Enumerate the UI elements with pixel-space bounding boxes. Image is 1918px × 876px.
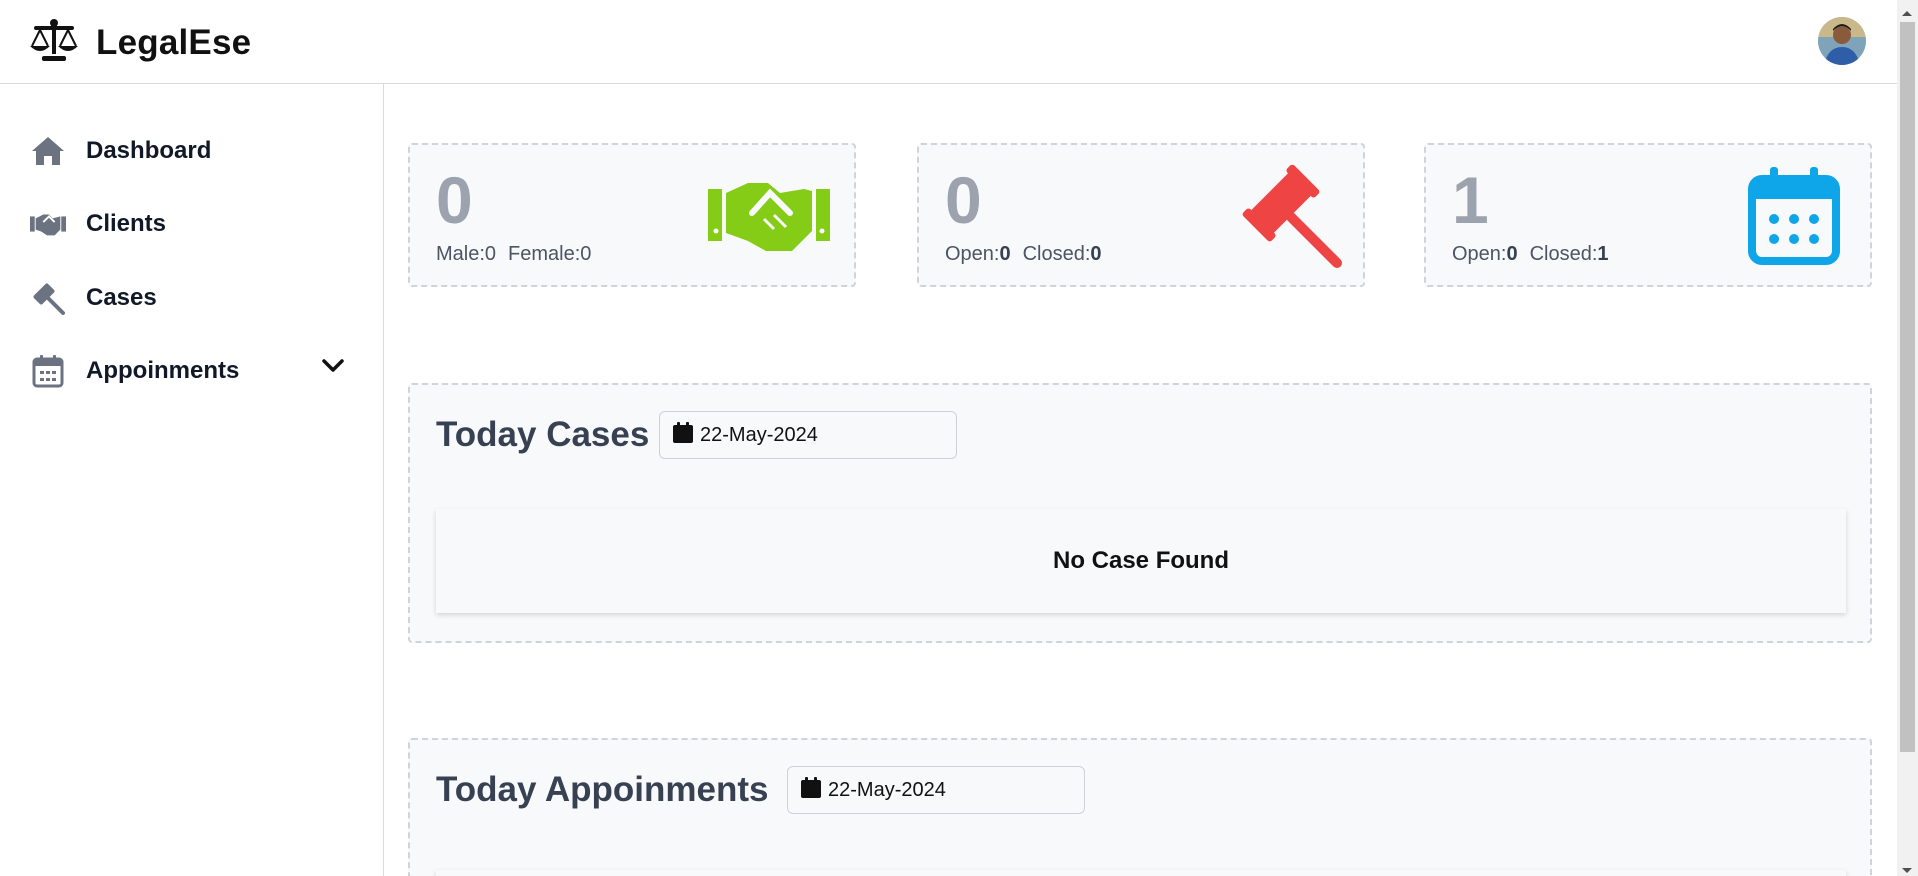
calendar-icon — [800, 776, 822, 804]
today-appointments-title: Today Appoinments — [436, 770, 769, 809]
today-appointments-date-field[interactable]: 22-May-2024 — [787, 766, 1085, 814]
brand-name: LegalEse — [96, 22, 252, 62]
sidebar-item-dashboard[interactable]: Dashboard — [30, 131, 350, 171]
home-icon — [30, 133, 66, 169]
gavel-icon — [1241, 164, 1345, 274]
cases-stat-card[interactable]: 0 Open:0 Closed:0 — [917, 143, 1365, 287]
brand[interactable]: LegalEse — [30, 18, 251, 67]
today-cases-date-field[interactable]: 22-May-2024 — [659, 411, 957, 459]
calendar-icon — [30, 353, 66, 389]
scroll-down-arrow-icon[interactable] — [1901, 862, 1913, 876]
today-cases-section: Today Cases 22-May-2024 No Case Found — [408, 383, 1872, 643]
cases-breakdown: Open:0 Closed:0 — [945, 243, 1102, 265]
sidebar-item-cases[interactable]: Cases — [30, 278, 350, 318]
top-bar: LegalEse — [0, 0, 1897, 84]
appointments-stat-card[interactable]: 1 Open:0 Closed:1 — [1424, 143, 1872, 287]
gavel-icon — [30, 280, 66, 316]
appointments-breakdown: Open:0 Closed:1 — [1452, 243, 1609, 265]
sidebar-item-appointments[interactable]: Appoinments — [30, 351, 350, 391]
no-case-message: No Case Found — [436, 509, 1846, 613]
appointments-list-box — [436, 870, 1846, 876]
handshake-icon — [708, 179, 830, 260]
scales-of-justice-icon — [30, 18, 78, 67]
sidebar: Dashboard Clients Cases Appoinments — [0, 84, 384, 876]
sidebar-item-label: Cases — [86, 284, 157, 311]
user-avatar[interactable] — [1818, 17, 1866, 65]
clients-breakdown: Male:0 Female:0 — [436, 243, 592, 265]
vertical-scrollbar[interactable] — [1897, 0, 1918, 876]
today-cases-title: Today Cases — [436, 415, 650, 454]
today-appointments-section: Today Appoinments 22-May-2024 — [408, 738, 1872, 876]
clients-stat-card[interactable]: 0 Male:0 Female:0 — [408, 143, 856, 287]
calendar-icon — [1748, 167, 1840, 270]
cases-count: 0 — [945, 163, 982, 237]
sidebar-item-label: Appoinments — [86, 357, 240, 384]
sidebar-item-label: Dashboard — [86, 137, 212, 164]
today-cases-date: 22-May-2024 — [700, 423, 818, 446]
chevron-down-icon[interactable] — [322, 359, 344, 378]
scroll-up-arrow-icon[interactable] — [1901, 4, 1913, 22]
sidebar-item-clients[interactable]: Clients — [30, 204, 350, 244]
handshake-icon — [30, 206, 66, 242]
calendar-icon — [672, 421, 694, 449]
clients-count: 0 — [436, 163, 473, 237]
scrollbar-thumb[interactable] — [1900, 22, 1915, 752]
appointments-count: 1 — [1452, 163, 1489, 237]
sidebar-item-label: Clients — [86, 210, 167, 237]
today-appointments-date: 22-May-2024 — [828, 778, 946, 801]
